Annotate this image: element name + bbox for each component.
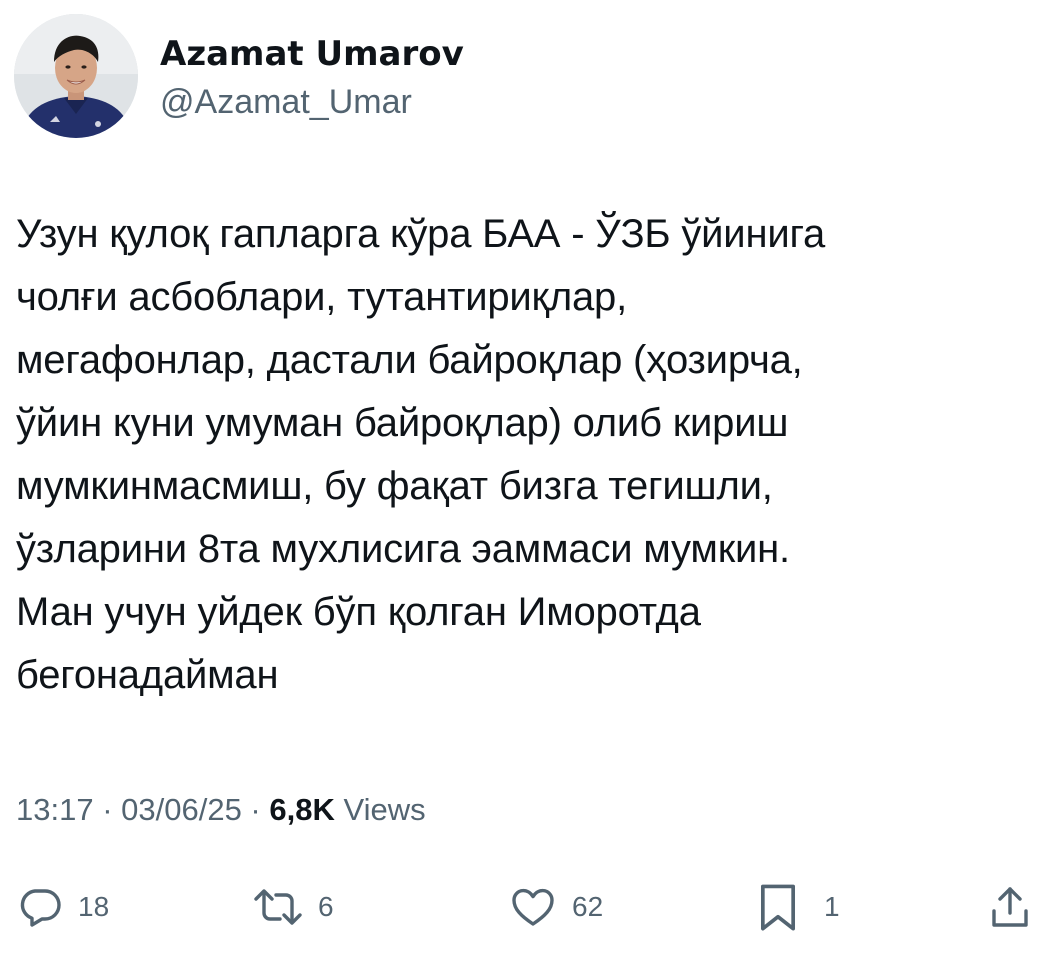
author-display-name[interactable]: Azamat Umarov	[160, 32, 464, 76]
retweet-count: 6	[318, 891, 334, 922]
heart-icon	[508, 883, 558, 931]
action-bar: 18 6 62 1	[0, 877, 1055, 937]
reply-count: 18	[78, 891, 110, 922]
reply-icon	[16, 883, 64, 931]
avatar[interactable]	[14, 14, 138, 138]
reply-button[interactable]: 18	[16, 877, 109, 937]
bookmark-icon	[756, 881, 800, 933]
like-count: 62	[572, 891, 604, 922]
share-button[interactable]	[988, 877, 1032, 937]
tweet-date[interactable]: 03/06/25	[121, 792, 242, 827]
tweet: Azamat Umarov @Azamat_Umar Узун қулоқ га…	[0, 0, 1055, 970]
retweet-button[interactable]: 6	[252, 877, 334, 937]
author-names: Azamat Umarov @Azamat_Umar	[160, 32, 464, 124]
author-handle[interactable]: @Azamat_Umar	[160, 80, 464, 124]
share-icon	[988, 883, 1032, 931]
views-label[interactable]: Views	[343, 792, 425, 827]
meta-separator: ·	[241, 792, 270, 827]
bookmark-button[interactable]: 1	[756, 877, 840, 937]
retweet-icon	[252, 883, 304, 931]
views-count[interactable]: 6,8K	[269, 792, 334, 827]
tweet-time[interactable]: 13:17	[16, 792, 94, 827]
like-button[interactable]: 62	[508, 877, 603, 937]
tweet-text: Узун қулоқ гапларга кўра БАА - ЎЗБ ўйини…	[16, 212, 826, 697]
tweet-header: Azamat Umarov @Azamat_Umar	[14, 14, 464, 138]
meta-separator: ·	[93, 792, 122, 827]
bookmark-count: 1	[824, 891, 840, 922]
tweet-meta: 13:17 · 03/06/25 · 6,8K Views	[16, 788, 426, 832]
